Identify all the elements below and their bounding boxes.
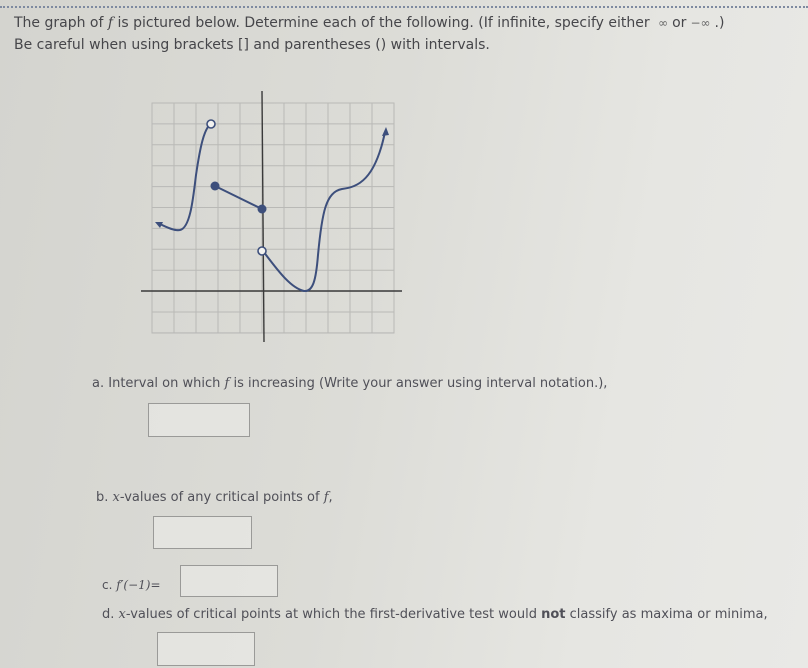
instructions-line-2: Be careful when using brackets [] and pa… <box>14 37 490 53</box>
instructions: The graph of f is pictured below. Determ… <box>14 12 724 56</box>
answer-c-input[interactable] <box>180 565 278 597</box>
function-graph <box>141 90 402 343</box>
open-point-hole <box>257 246 267 256</box>
curve-middle-segment <box>214 185 263 210</box>
curve-right-segment <box>262 131 386 292</box>
top-divider <box>0 6 808 8</box>
closed-point <box>257 204 267 214</box>
curve-left-segment <box>159 123 212 232</box>
instructions-line-1: The graph of f is pictured below. Determ… <box>14 15 725 31</box>
question-a: a. Interval on which f is increasing (Wr… <box>92 376 608 391</box>
negative-infinity-symbol: −∞ <box>690 16 711 30</box>
right-arrow-icon <box>382 127 389 136</box>
answer-d-input[interactable] <box>157 632 255 666</box>
open-point-hole <box>206 119 216 129</box>
question-d: d. x-values of critical points at which … <box>102 607 768 622</box>
answer-b-input[interactable] <box>153 516 252 549</box>
answer-a-input[interactable] <box>148 403 250 437</box>
closed-point <box>210 181 220 191</box>
infinity-symbol: ∞ <box>658 16 669 30</box>
question-c: c. f′(−1)= <box>102 578 161 592</box>
question-b: b. x-values of any critical points of f, <box>96 490 333 505</box>
